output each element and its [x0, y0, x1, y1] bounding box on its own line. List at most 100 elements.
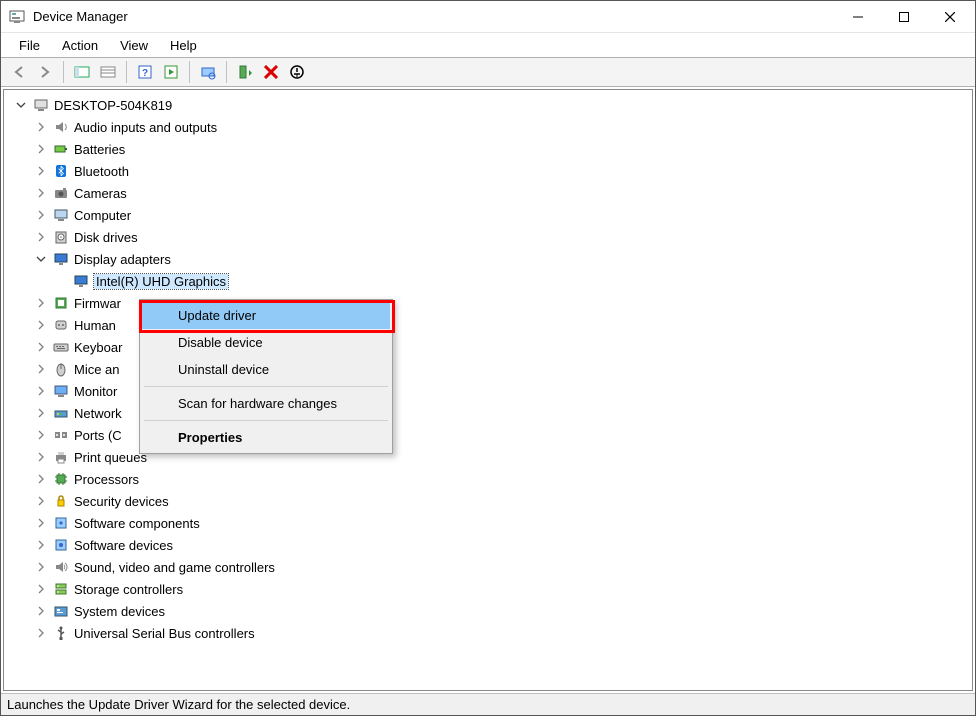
statusbar: Launches the Update Driver Wizard for th…	[1, 693, 975, 715]
expander-icon[interactable]	[34, 230, 48, 244]
toolbar: ?	[1, 57, 975, 87]
scan-hardware-button[interactable]	[196, 60, 220, 84]
tree-device[interactable]: Intel(R) UHD Graphics	[10, 270, 972, 292]
context-menu: Update driverDisable deviceUninstall dev…	[139, 299, 393, 454]
context-menu-item[interactable]: Uninstall device	[142, 356, 390, 383]
tree-category-label: Processors	[74, 472, 139, 487]
tree-category[interactable]: Cameras	[10, 182, 972, 204]
usb-icon	[52, 624, 70, 642]
expander-icon[interactable]	[34, 208, 48, 222]
expander-icon[interactable]	[34, 296, 48, 310]
hid-icon	[52, 316, 70, 334]
camera-icon	[52, 184, 70, 202]
expander-icon[interactable]	[14, 98, 28, 112]
menu-help[interactable]: Help	[160, 36, 207, 55]
tree-category-label: Software components	[74, 516, 200, 531]
action-button[interactable]	[159, 60, 183, 84]
display-icon	[72, 272, 90, 290]
expander-icon[interactable]	[34, 384, 48, 398]
tree-category[interactable]: Processors	[10, 468, 972, 490]
tree-category-label: Software devices	[74, 538, 173, 553]
update-driver-button[interactable]	[233, 60, 257, 84]
expander-icon[interactable]	[34, 164, 48, 178]
swcomp-icon	[52, 514, 70, 532]
expander-icon[interactable]	[34, 252, 48, 266]
statusbar-text: Launches the Update Driver Wizard for th…	[7, 697, 350, 712]
expander-icon[interactable]	[34, 494, 48, 508]
tree-category[interactable]: Display adapters	[10, 248, 972, 270]
tree-category[interactable]: Disk drives	[10, 226, 972, 248]
tree-category-label: Bluetooth	[74, 164, 129, 179]
printer-icon	[52, 448, 70, 466]
titlebar: Device Manager	[1, 1, 975, 33]
tree-category[interactable]: Sound, video and game controllers	[10, 556, 972, 578]
expander-none	[54, 274, 68, 288]
tree-category-label: Computer	[74, 208, 131, 223]
window-title: Device Manager	[33, 9, 128, 24]
expander-icon[interactable]	[34, 142, 48, 156]
tree-category[interactable]: Bluetooth	[10, 160, 972, 182]
disable-button[interactable]	[285, 60, 309, 84]
tree-category[interactable]: Software components	[10, 512, 972, 534]
expander-icon[interactable]	[34, 318, 48, 332]
toolbar-separator	[226, 61, 227, 83]
tree-category-label: Sound, video and game controllers	[74, 560, 275, 575]
expander-icon[interactable]	[34, 340, 48, 354]
svg-text:?: ?	[142, 68, 148, 79]
tree-category-label: Monitor	[74, 384, 117, 399]
tree-category[interactable]: Software devices	[10, 534, 972, 556]
menu-action[interactable]: Action	[52, 36, 108, 55]
context-menu-item[interactable]: Disable device	[142, 329, 390, 356]
computer-icon	[32, 96, 50, 114]
menu-file[interactable]: File	[9, 36, 50, 55]
tree-category-label: Cameras	[74, 186, 127, 201]
tree-category-label: Print queues	[74, 450, 147, 465]
context-menu-separator	[144, 386, 388, 387]
tree-category[interactable]: Security devices	[10, 490, 972, 512]
expander-icon[interactable]	[34, 516, 48, 530]
help-topics-button[interactable]	[96, 60, 120, 84]
nav-back-button[interactable]	[7, 60, 31, 84]
expander-icon[interactable]	[34, 406, 48, 420]
expander-icon[interactable]	[34, 472, 48, 486]
tree-root[interactable]: DESKTOP-504K819	[10, 94, 972, 116]
show-hide-console-button[interactable]	[70, 60, 94, 84]
tree-category[interactable]: Storage controllers	[10, 578, 972, 600]
context-menu-item[interactable]: Update driver	[142, 302, 390, 329]
context-menu-item[interactable]: Properties	[142, 424, 390, 451]
expander-icon[interactable]	[34, 604, 48, 618]
tree-category[interactable]: System devices	[10, 600, 972, 622]
expander-icon[interactable]	[34, 582, 48, 596]
tree-category[interactable]: Universal Serial Bus controllers	[10, 622, 972, 644]
tree-category[interactable]: Computer	[10, 204, 972, 226]
close-button[interactable]	[927, 2, 973, 32]
toolbar-separator	[189, 61, 190, 83]
context-menu-separator	[144, 420, 388, 421]
nav-forward-button[interactable]	[33, 60, 57, 84]
app-icon	[9, 9, 25, 25]
sound-icon	[52, 558, 70, 576]
help-button[interactable]: ?	[133, 60, 157, 84]
menu-view[interactable]: View	[110, 36, 158, 55]
expander-icon[interactable]	[34, 186, 48, 200]
expander-icon[interactable]	[34, 450, 48, 464]
tree-category-label: Human	[74, 318, 116, 333]
tree-category-label: Universal Serial Bus controllers	[74, 626, 255, 641]
monitor-icon	[52, 382, 70, 400]
tree-category[interactable]: Audio inputs and outputs	[10, 116, 972, 138]
expander-icon[interactable]	[34, 538, 48, 552]
expander-icon[interactable]	[34, 428, 48, 442]
storage-icon	[52, 580, 70, 598]
audio-icon	[52, 118, 70, 136]
expander-icon[interactable]	[34, 120, 48, 134]
expander-icon[interactable]	[34, 626, 48, 640]
maximize-button[interactable]	[881, 2, 927, 32]
context-menu-item[interactable]: Scan for hardware changes	[142, 390, 390, 417]
tree-category[interactable]: Batteries	[10, 138, 972, 160]
toolbar-separator	[126, 61, 127, 83]
expander-icon[interactable]	[34, 362, 48, 376]
expander-icon[interactable]	[34, 560, 48, 574]
uninstall-button[interactable]	[259, 60, 283, 84]
tree-category-label: Keyboar	[74, 340, 122, 355]
minimize-button[interactable]	[835, 2, 881, 32]
